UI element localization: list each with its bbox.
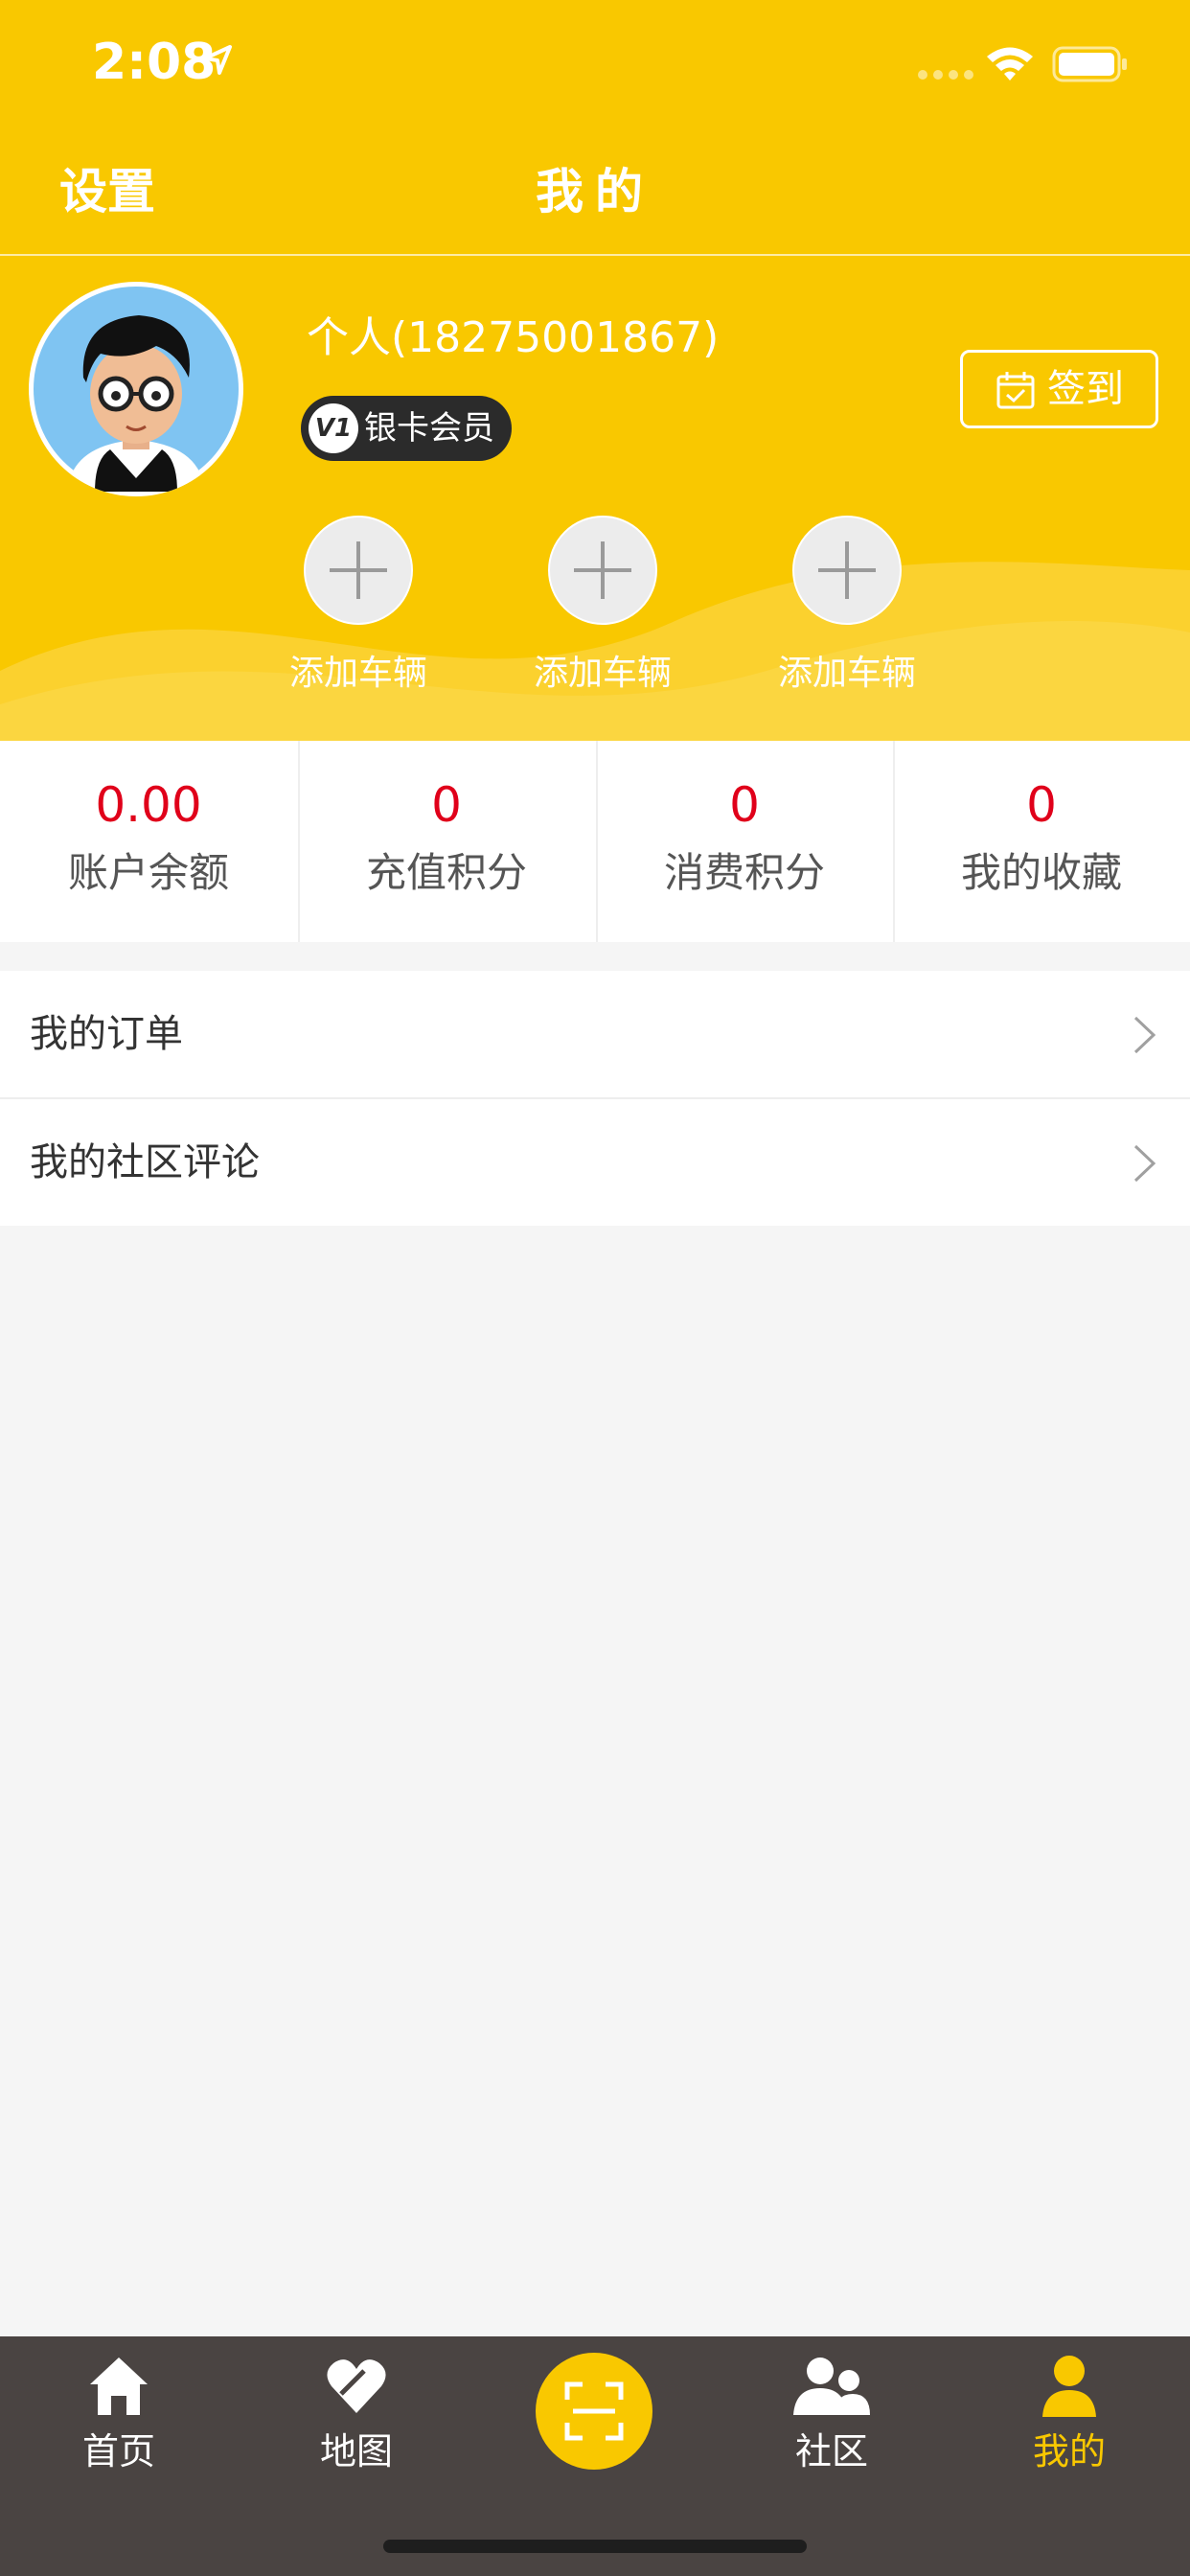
user-name: 个人(18275001867) [307, 313, 720, 362]
stat-label: 消费积分 [663, 849, 825, 896]
tab-home[interactable]: 首页 [0, 2336, 238, 2499]
profile-header: 2:08 设置 我的 个人(18275001867) V1 银卡会员 签到 添加… [0, 0, 1190, 741]
plus-icon [818, 541, 876, 599]
member-level-badge: V1 银卡会员 [301, 396, 512, 461]
location-arrow-icon [203, 45, 232, 75]
account-stats: 0.00 账户余额 0 充值积分 0 消费积分 0 我的收藏 [0, 741, 1190, 942]
status-bar: 2:08 [0, 0, 1190, 129]
checkin-label: 签到 [1047, 367, 1124, 411]
member-level-icon: V1 [309, 403, 358, 453]
stat-label: 账户余额 [67, 849, 229, 896]
plus-icon [574, 541, 631, 599]
add-vehicle-button[interactable] [304, 516, 413, 625]
stat-value: 0.00 [95, 777, 202, 833]
add-vehicle-button[interactable] [792, 516, 902, 625]
tab-map[interactable]: 地图 [238, 2336, 475, 2499]
tab-label: 首页 [81, 2430, 155, 2472]
tab-community[interactable]: 社区 [713, 2336, 950, 2499]
plus-icon [330, 541, 387, 599]
add-vehicle-label: 添加车辆 [288, 654, 427, 693]
home-icon [90, 2358, 148, 2415]
scan-icon [564, 2381, 624, 2441]
stat-favorites[interactable]: 0 我的收藏 [893, 741, 1190, 942]
calendar-check-icon [996, 372, 1035, 409]
stat-value: 0 [1026, 777, 1057, 833]
avatar-illustration [34, 287, 239, 492]
checkin-button[interactable]: 签到 [960, 350, 1158, 428]
add-vehicle-slot-2[interactable]: 添加车辆 [516, 516, 689, 707]
battery-icon [1052, 46, 1127, 82]
chevron-right-icon [1133, 1016, 1156, 1054]
tab-label: 社区 [794, 2430, 868, 2472]
menu-item-label: 我的社区评论 [30, 1140, 260, 1184]
profile-icon [1042, 2356, 1096, 2417]
scan-button[interactable] [536, 2353, 652, 2470]
add-vehicle-slot-3[interactable]: 添加车辆 [761, 516, 933, 707]
stat-label: 充值积分 [365, 849, 527, 896]
add-vehicle-slot-1[interactable]: 添加车辆 [272, 516, 445, 707]
stat-value: 0 [431, 777, 462, 833]
menu-item-my-orders[interactable]: 我的订单 [0, 971, 1190, 1097]
add-vehicle-label: 添加车辆 [777, 654, 916, 693]
avatar[interactable] [29, 282, 243, 496]
tab-label: 我的 [1032, 2430, 1106, 2472]
menu-item-label: 我的订单 [30, 1012, 183, 1056]
stat-consumption-points[interactable]: 0 消费积分 [596, 741, 893, 942]
wifi-icon [987, 47, 1033, 80]
nav-bar: 设置 我的 [0, 129, 1190, 256]
tab-bar: 首页 地图 社区 我的 [0, 2336, 1190, 2576]
page-title: 我的 [536, 164, 654, 219]
stat-account-balance[interactable]: 0.00 账户余额 [0, 741, 297, 942]
community-icon [793, 2358, 870, 2415]
stat-label: 我的收藏 [960, 849, 1122, 896]
status-time: 2:08 [92, 34, 217, 91]
menu-item-community-comments[interactable]: 我的社区评论 [0, 1099, 1190, 1226]
tab-profile[interactable]: 我的 [950, 2336, 1188, 2499]
add-vehicle-button[interactable] [548, 516, 657, 625]
heart-icon [327, 2359, 386, 2413]
add-vehicle-label: 添加车辆 [533, 654, 672, 693]
stat-value: 0 [729, 777, 760, 833]
tab-label: 地图 [319, 2430, 393, 2472]
home-indicator [383, 2540, 807, 2553]
stat-recharge-points[interactable]: 0 充值积分 [298, 741, 595, 942]
signal-dots-icon [918, 70, 973, 80]
chevron-right-icon [1133, 1144, 1156, 1183]
member-level-label: 银卡会员 [364, 409, 494, 448]
